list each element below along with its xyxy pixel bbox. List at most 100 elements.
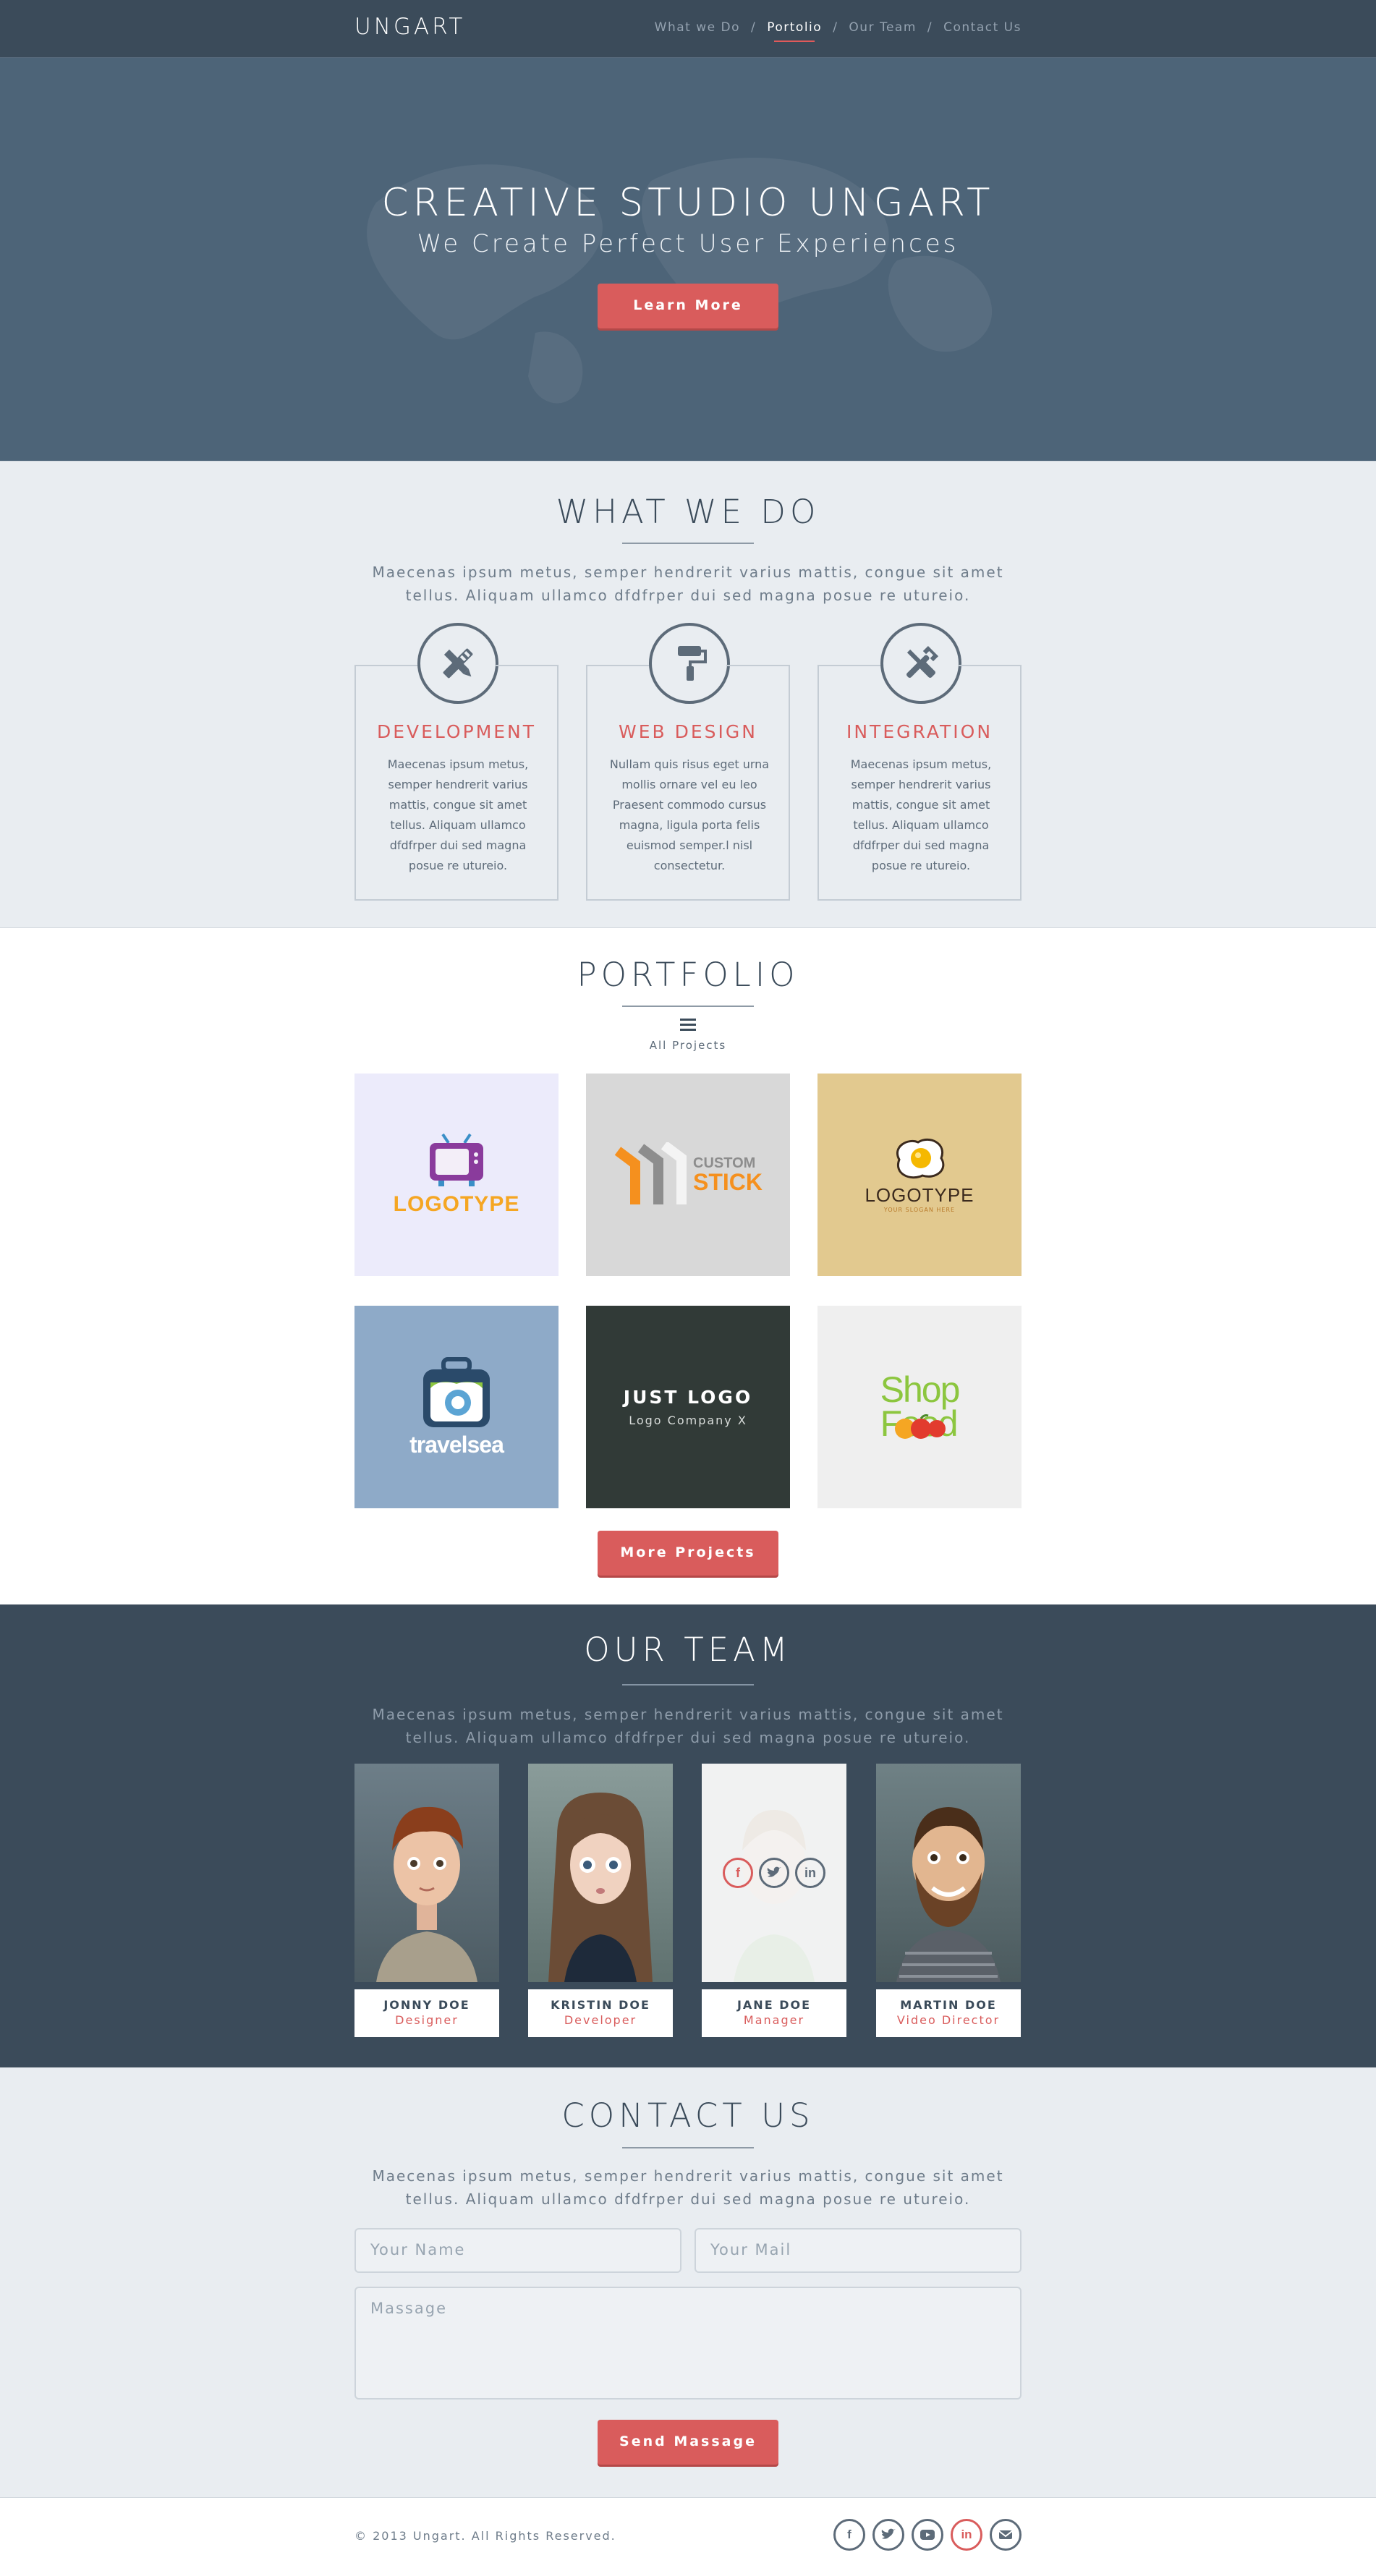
tv-icon <box>430 1133 483 1186</box>
twitter-icon[interactable] <box>759 1858 789 1888</box>
filter-all-projects[interactable]: All Projects <box>0 1039 1376 1052</box>
portfolio-logo: LOGOTYPE <box>394 1133 520 1217</box>
title-divider <box>622 1006 754 1007</box>
send-message-button[interactable]: Send Massage <box>598 2420 778 2465</box>
tools-icon <box>880 623 961 704</box>
section-title: WHAT WE DO <box>556 493 820 531</box>
portfolio-hover-caption: JUST LOGO Logo Company X <box>624 1387 752 1427</box>
hero-subtitle: We Create Perfect User Experiences <box>417 229 959 258</box>
facebook-icon[interactable]: f <box>833 2519 865 2551</box>
footer-social-links: f in <box>833 2519 1022 2551</box>
nav-separator: / <box>833 20 838 35</box>
email-field[interactable]: Your Mail <box>695 2228 1022 2273</box>
member-name: MARTIN DOE <box>900 1998 997 2012</box>
team-member-card[interactable]: MARTIN DOE Video Director <box>876 1764 1021 2039</box>
member-photo <box>354 1764 499 1982</box>
linkedin-icon[interactable]: in <box>951 2519 982 2551</box>
egg-icon <box>896 1138 945 1179</box>
menu-icon[interactable] <box>680 1019 696 1032</box>
portfolio-logo: LOGOTYPE YOUR SLOGAN HERE <box>865 1136 974 1213</box>
linkedin-icon[interactable]: in <box>795 1858 825 1888</box>
portfolio-logo: Shop Food <box>880 1369 961 1442</box>
logo-tagline: YOUR SLOGAN HERE <box>883 1207 956 1213</box>
email-icon[interactable] <box>990 2519 1022 2551</box>
team-member-card[interactable]: KRISTIN DOE Developer <box>528 1764 673 2039</box>
nav-what-we-do[interactable]: What we Do <box>655 20 740 35</box>
member-role: Developer <box>564 2013 637 2027</box>
logo-text: JUST LOGO <box>623 1387 753 1408</box>
twitter-icon[interactable] <box>872 2519 904 2551</box>
logo-text: LOGOTYPE <box>393 1192 520 1216</box>
member-social-overlay: f in <box>702 1764 846 1982</box>
section-title: CONTACT US <box>561 2096 815 2135</box>
main-nav: What we Do / Portolio / Our Team / Conta… <box>655 20 1022 42</box>
service-text: Maecenas ipsum metus, semper hendrerit v… <box>387 757 529 872</box>
site-header: UNGART What we Do / Portolio / Our Team … <box>0 0 1376 58</box>
hero-title: CREATIVE STUDIO UNGART <box>381 181 995 225</box>
portfolio-logo: CUSTOM STICK <box>613 1142 763 1207</box>
portfolio-item[interactable]: LOGOTYPE <box>354 1074 559 1276</box>
member-photo <box>528 1764 673 1982</box>
portfolio-logo: travelsea <box>409 1356 504 1458</box>
portfolio-item[interactable]: Shop Food <box>817 1306 1022 1508</box>
member-name: JANE DOE <box>736 1998 812 2012</box>
name-field[interactable]: Your Name <box>354 2228 681 2273</box>
nav-separator: / <box>927 20 933 35</box>
logo-text-secondary: STICK <box>693 1169 763 1195</box>
logo-text: CUSTOM <box>693 1155 756 1171</box>
fruit-icon <box>894 1414 946 1439</box>
title-divider <box>622 543 754 544</box>
portfolio-item[interactable]: LOGOTYPE YOUR SLOGAN HERE <box>817 1074 1022 1276</box>
title-divider <box>622 2147 754 2148</box>
section-title: OUR TEAM <box>584 1631 792 1669</box>
portfolio-item[interactable]: JUST LOGO Logo Company X <box>586 1306 790 1508</box>
contact-section: CONTACT US Maecenas ipsum metus, semper … <box>0 2067 1376 2497</box>
portfolio-item[interactable]: CUSTOM STICK <box>586 1074 790 1276</box>
world-map-background <box>367 157 993 404</box>
logo-text: travelsea <box>409 1431 504 1458</box>
site-footer: © 2013 Ungart. All Rights Reserved. f in <box>0 2497 1376 2576</box>
member-card: JONNY DOE Designer <box>354 1989 499 2037</box>
service-title: DEVELOPMENT <box>376 721 537 742</box>
member-name: JONNY DOE <box>383 1998 470 2012</box>
member-card: JANE DOE Manager <box>702 1989 846 2037</box>
member-card: KRISTIN DOE Developer <box>528 1989 673 2037</box>
section-intro: Maecenas ipsum metus, semper hendrerit v… <box>372 2167 1004 2208</box>
nav-contact-us[interactable]: Contact Us <box>943 20 1022 35</box>
nav-our-team[interactable]: Our Team <box>849 20 916 35</box>
portfolio-section: PORTFOLIO All Projects LOGOTYPE CUSTOM S… <box>0 927 1376 1604</box>
stick-logo-icon <box>614 1142 687 1204</box>
paint-roller-icon <box>649 623 730 704</box>
nav-portfolio[interactable]: Portolio <box>767 20 822 42</box>
portfolio-item[interactable]: travelsea <box>354 1306 559 1508</box>
service-text: Nullam quis risus eget urna mollis ornar… <box>609 757 770 872</box>
member-role: Video Director <box>896 2013 1001 2027</box>
member-name: KRISTIN DOE <box>551 1998 650 2012</box>
service-card-development: DEVELOPMENT Maecenas ipsum metus, semper… <box>354 623 559 901</box>
message-field[interactable]: Massage <box>354 2287 1022 2399</box>
hero-section: CREATIVE STUDIO UNGART We Create Perfect… <box>0 58 1376 461</box>
service-card-web-design: WEB DESIGN Nullam quis risus eget urna m… <box>586 623 790 901</box>
nav-separator: / <box>751 20 757 35</box>
service-title: WEB DESIGN <box>619 721 757 742</box>
title-divider <box>622 1684 754 1686</box>
team-member-card[interactable]: f in JANE DOE Manager <box>702 1764 846 2039</box>
member-photo <box>876 1764 1021 1982</box>
team-member-card[interactable]: JONNY DOE Designer <box>354 1764 499 2039</box>
member-role: Designer <box>395 2013 459 2027</box>
service-title: INTEGRATION <box>846 721 993 742</box>
youtube-icon[interactable] <box>912 2519 943 2551</box>
logo-text: Shop <box>880 1369 961 1410</box>
section-intro: Maecenas ipsum metus, semper hendrerit v… <box>372 564 1004 604</box>
our-team-section: OUR TEAM Maecenas ipsum metus, semper he… <box>0 1604 1376 2067</box>
section-title: PORTFOLIO <box>577 956 799 994</box>
copyright-text: © 2013 Ungart. All Rights Reserved. <box>354 2529 616 2543</box>
more-projects-button[interactable]: More Projects <box>598 1531 778 1576</box>
member-role: Manager <box>743 2013 805 2027</box>
what-we-do-section: WHAT WE DO Maecenas ipsum metus, semper … <box>0 461 1376 927</box>
service-card-integration: INTEGRATION Maecenas ipsum metus, semper… <box>817 623 1022 901</box>
pencil-ruler-icon <box>417 623 498 704</box>
learn-more-button[interactable]: Learn More <box>598 284 778 328</box>
facebook-icon[interactable]: f <box>723 1858 753 1888</box>
site-logo[interactable]: UNGART <box>354 14 465 40</box>
